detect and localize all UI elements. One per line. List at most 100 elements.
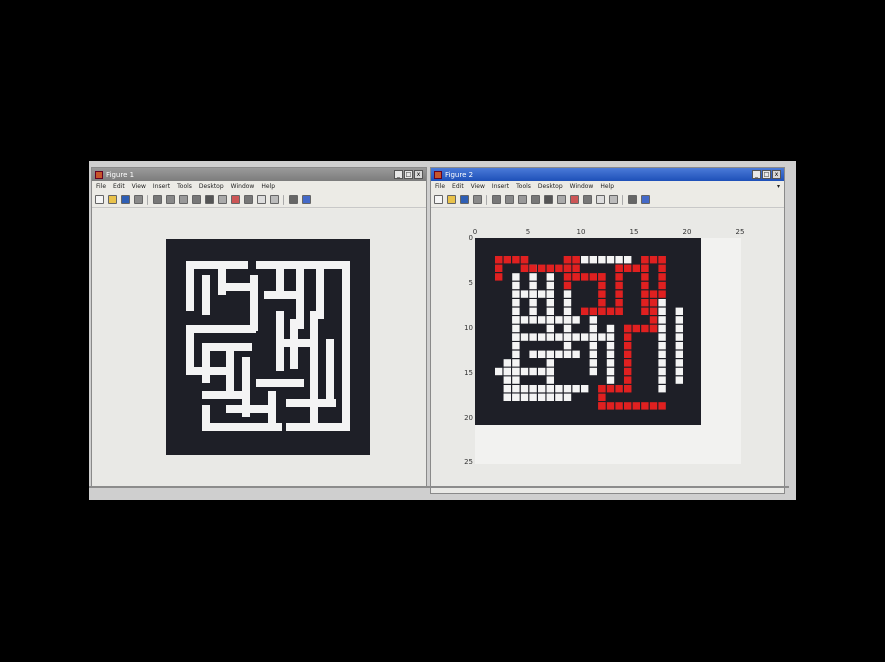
solution-path-cell <box>572 264 580 272</box>
figure-2-titlebar[interactable]: Figure 2 _ □ x <box>431 168 784 181</box>
zoom-out-icon[interactable] <box>179 195 188 204</box>
menu-desktop[interactable]: Desktop <box>538 183 563 190</box>
window-title: Figure 1 <box>106 170 135 179</box>
close-button[interactable]: x <box>414 170 423 179</box>
solution-path-cell <box>615 273 623 281</box>
maze-corridor <box>342 261 350 431</box>
open-file-icon[interactable] <box>447 195 456 204</box>
pointer-icon[interactable] <box>492 195 501 204</box>
data-cursor-icon[interactable] <box>218 195 227 204</box>
solution-path-cell <box>581 273 589 281</box>
menu-insert[interactable]: Insert <box>153 183 170 190</box>
maze-corridor-cell <box>546 299 554 307</box>
solution-path-cell <box>658 290 666 298</box>
maze-corridor-cell <box>615 256 623 264</box>
new-figure-icon[interactable] <box>95 195 104 204</box>
menu-tools[interactable]: Tools <box>177 183 192 190</box>
pointer-icon[interactable] <box>153 195 162 204</box>
zoom-in-icon[interactable] <box>166 195 175 204</box>
maze-corridor-cell <box>538 333 546 341</box>
maze-corridor-cell <box>546 273 554 281</box>
maze-corridor-cell <box>512 333 520 341</box>
legend-icon[interactable] <box>609 195 618 204</box>
solution-path-cell <box>598 290 606 298</box>
show-plot-tools-icon[interactable] <box>641 195 650 204</box>
minimize-button[interactable]: _ <box>394 170 403 179</box>
maximize-button[interactable]: □ <box>404 170 413 179</box>
maze-corridor-cell <box>606 333 615 341</box>
pan-icon[interactable] <box>192 195 201 204</box>
colorbar-icon[interactable] <box>257 195 266 204</box>
new-figure-icon[interactable] <box>434 195 443 204</box>
maze-corridor-cell <box>546 393 554 401</box>
link-icon[interactable] <box>583 195 592 204</box>
menu-desktop[interactable]: Desktop <box>199 183 224 190</box>
menu-file[interactable]: File <box>96 183 106 190</box>
maze-corridor <box>310 311 318 431</box>
menu-window[interactable]: Window <box>570 183 594 190</box>
zoom-in-icon[interactable] <box>505 195 514 204</box>
save-icon[interactable] <box>460 195 469 204</box>
show-plot-tools-icon[interactable] <box>302 195 311 204</box>
maze-corridor <box>256 261 350 269</box>
toolbar-separator <box>486 194 487 205</box>
figure-1-titlebar[interactable]: Figure 1 _ □ x <box>92 168 426 181</box>
save-icon[interactable] <box>121 195 130 204</box>
print-icon[interactable] <box>134 195 143 204</box>
close-button[interactable]: x <box>772 170 781 179</box>
menu-view[interactable]: View <box>471 183 485 190</box>
brush-icon[interactable] <box>570 195 579 204</box>
hide-plot-tools-icon[interactable] <box>628 195 637 204</box>
solution-path-cell <box>624 402 632 410</box>
open-file-icon[interactable] <box>108 195 117 204</box>
solution-path-cell <box>624 385 632 393</box>
toolbar-dock-arrow-icon[interactable]: ▾ <box>777 183 780 190</box>
minimize-button[interactable]: _ <box>752 170 761 179</box>
maze-corridor-cell <box>555 316 563 324</box>
toolbar-separator <box>147 194 148 205</box>
maze-corridor <box>202 275 210 315</box>
maze-corridor-cell <box>512 342 520 350</box>
menu-tools[interactable]: Tools <box>516 183 531 190</box>
rotate-icon[interactable] <box>205 195 214 204</box>
legend-icon[interactable] <box>270 195 279 204</box>
solution-path-cell <box>615 264 623 272</box>
solution-path-cell <box>641 256 649 264</box>
pan-icon[interactable] <box>531 195 540 204</box>
maze-corridor-cell <box>581 385 589 393</box>
maze-corridor-cell <box>563 385 572 393</box>
link-icon[interactable] <box>244 195 253 204</box>
print-icon[interactable] <box>473 195 482 204</box>
maze-corridor-cell <box>563 316 572 324</box>
maze-corridor-cell <box>589 359 597 367</box>
brush-icon[interactable] <box>231 195 240 204</box>
maze-corridor-cell <box>546 350 554 358</box>
maze-corridor-cell <box>606 359 615 367</box>
maze-corridor-cell <box>658 367 666 376</box>
menu-help[interactable]: Help <box>261 183 275 190</box>
menu-view[interactable]: View <box>132 183 146 190</box>
maze-corridor-cell <box>563 299 572 307</box>
menu-insert[interactable]: Insert <box>492 183 509 190</box>
maze-corridor-cell <box>538 290 546 298</box>
figure-2-window: Figure 2 _ □ x File Edit View Insert Too… <box>430 167 785 494</box>
menu-window[interactable]: Window <box>231 183 255 190</box>
screen-bezel-edge <box>89 486 789 488</box>
maze-corridor <box>186 261 248 269</box>
maze-corridor-cell <box>675 359 683 367</box>
data-cursor-icon[interactable] <box>557 195 566 204</box>
menu-edit[interactable]: Edit <box>113 183 125 190</box>
hide-plot-tools-icon[interactable] <box>289 195 298 204</box>
y-tick-label: 10 <box>464 324 473 332</box>
maximize-button[interactable]: □ <box>762 170 771 179</box>
zoom-out-icon[interactable] <box>518 195 527 204</box>
menu-file[interactable]: File <box>435 183 445 190</box>
solution-path-cell <box>658 264 666 272</box>
colorbar-icon[interactable] <box>596 195 605 204</box>
solution-path-cell <box>520 256 529 264</box>
menu-edit[interactable]: Edit <box>452 183 464 190</box>
menu-help[interactable]: Help <box>600 183 614 190</box>
solution-path-cell <box>632 324 640 333</box>
rotate-icon[interactable] <box>544 195 553 204</box>
solution-path-cell <box>503 256 511 264</box>
